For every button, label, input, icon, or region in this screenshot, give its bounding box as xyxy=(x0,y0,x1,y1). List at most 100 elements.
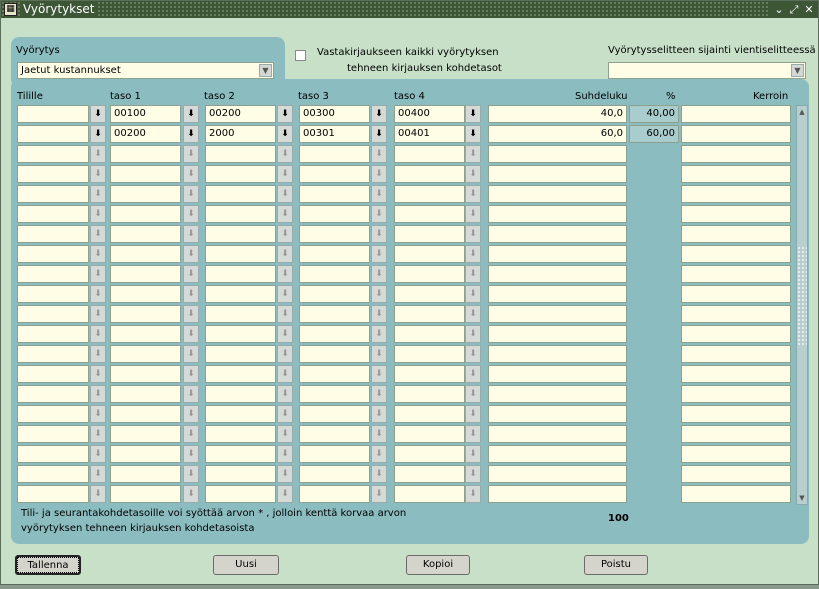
level1-cell[interactable] xyxy=(110,265,181,283)
ratio-cell[interactable] xyxy=(488,385,627,403)
level4-cell[interactable] xyxy=(394,325,465,343)
list-of-values-icon[interactable]: ⬇ xyxy=(90,425,106,443)
list-of-values-icon[interactable]: ⬇ xyxy=(371,485,387,503)
level1-cell[interactable] xyxy=(110,345,181,363)
list-of-values-icon[interactable]: ⬇ xyxy=(371,285,387,303)
factor-cell[interactable] xyxy=(681,185,791,203)
list-of-values-icon[interactable]: ⬇ xyxy=(277,125,293,143)
level3-cell[interactable] xyxy=(299,305,370,323)
list-of-values-icon[interactable]: ⬇ xyxy=(371,165,387,183)
ratio-cell[interactable] xyxy=(488,205,627,223)
level1-cell[interactable] xyxy=(110,205,181,223)
list-of-values-icon[interactable]: ⬇ xyxy=(90,145,106,163)
list-of-values-icon[interactable]: ⬇ xyxy=(465,265,481,283)
level4-cell[interactable] xyxy=(394,245,465,263)
ratio-cell[interactable] xyxy=(488,425,627,443)
factor-cell[interactable] xyxy=(681,425,791,443)
list-of-values-icon[interactable]: ⬇ xyxy=(371,405,387,423)
list-of-values-icon[interactable]: ⬇ xyxy=(90,265,106,283)
list-of-values-icon[interactable]: ⬇ xyxy=(465,205,481,223)
chevron-down-icon[interactable]: ▼ xyxy=(259,64,272,77)
factor-cell[interactable] xyxy=(681,125,791,143)
level1-cell[interactable]: 00100 xyxy=(110,105,181,123)
ratio-cell[interactable] xyxy=(488,485,627,503)
list-of-values-icon[interactable]: ⬇ xyxy=(277,345,293,363)
level3-cell[interactable] xyxy=(299,225,370,243)
level4-cell[interactable] xyxy=(394,465,465,483)
grid-scrollbar[interactable]: ▲ ▼ xyxy=(796,105,808,505)
account-cell[interactable] xyxy=(17,145,89,163)
list-of-values-icon[interactable]: ⬇ xyxy=(277,265,293,283)
level2-cell[interactable] xyxy=(205,365,276,383)
level3-cell[interactable] xyxy=(299,325,370,343)
level3-cell[interactable] xyxy=(299,445,370,463)
list-of-values-icon[interactable]: ⬇ xyxy=(371,105,387,123)
copy-button[interactable]: Kopioi xyxy=(406,555,470,575)
factor-cell[interactable] xyxy=(681,165,791,183)
level2-cell[interactable]: 00200 xyxy=(205,105,276,123)
ratio-cell[interactable] xyxy=(488,265,627,283)
level3-cell[interactable] xyxy=(299,365,370,383)
list-of-values-icon[interactable]: ⬇ xyxy=(465,445,481,463)
account-cell[interactable] xyxy=(17,365,89,383)
list-of-values-icon[interactable]: ⬇ xyxy=(465,405,481,423)
factor-cell[interactable] xyxy=(681,145,791,163)
exit-button[interactable]: Poistu xyxy=(584,555,648,575)
list-of-values-icon[interactable]: ⬇ xyxy=(183,405,199,423)
list-of-values-icon[interactable]: ⬇ xyxy=(465,385,481,403)
list-of-values-icon[interactable]: ⬇ xyxy=(277,285,293,303)
list-of-values-icon[interactable]: ⬇ xyxy=(371,445,387,463)
level4-cell[interactable] xyxy=(394,145,465,163)
list-of-values-icon[interactable]: ⬇ xyxy=(371,385,387,403)
list-of-values-icon[interactable]: ⬇ xyxy=(90,405,106,423)
level2-cell[interactable] xyxy=(205,445,276,463)
ratio-cell[interactable] xyxy=(488,305,627,323)
list-of-values-icon[interactable]: ⬇ xyxy=(183,145,199,163)
level1-cell[interactable] xyxy=(110,445,181,463)
counter-entry-checkbox[interactable] xyxy=(295,50,306,61)
list-of-values-icon[interactable]: ⬇ xyxy=(465,125,481,143)
level3-cell[interactable] xyxy=(299,205,370,223)
account-cell[interactable] xyxy=(17,345,89,363)
ratio-cell[interactable] xyxy=(488,185,627,203)
chevron-down-icon[interactable]: ▼ xyxy=(791,64,804,77)
list-of-values-icon[interactable]: ⬇ xyxy=(277,145,293,163)
list-of-values-icon[interactable]: ⬇ xyxy=(90,185,106,203)
list-of-values-icon[interactable]: ⬇ xyxy=(465,365,481,383)
level1-cell[interactable] xyxy=(110,305,181,323)
list-of-values-icon[interactable]: ⬇ xyxy=(465,185,481,203)
level1-cell[interactable] xyxy=(110,405,181,423)
factor-cell[interactable] xyxy=(681,445,791,463)
list-of-values-icon[interactable]: ⬇ xyxy=(465,145,481,163)
factor-cell[interactable] xyxy=(681,225,791,243)
level1-cell[interactable] xyxy=(110,325,181,343)
list-of-values-icon[interactable]: ⬇ xyxy=(465,345,481,363)
level1-cell[interactable] xyxy=(110,425,181,443)
level2-cell[interactable] xyxy=(205,165,276,183)
list-of-values-icon[interactable]: ⬇ xyxy=(90,165,106,183)
level1-cell[interactable] xyxy=(110,145,181,163)
level1-cell[interactable] xyxy=(110,385,181,403)
level3-cell[interactable] xyxy=(299,485,370,503)
list-of-values-icon[interactable]: ⬇ xyxy=(183,385,199,403)
list-of-values-icon[interactable]: ⬇ xyxy=(371,225,387,243)
account-cell[interactable] xyxy=(17,445,89,463)
list-of-values-icon[interactable]: ⬇ xyxy=(90,305,106,323)
level1-cell[interactable] xyxy=(110,485,181,503)
level3-cell[interactable] xyxy=(299,165,370,183)
list-of-values-icon[interactable]: ⬇ xyxy=(465,325,481,343)
level4-cell[interactable] xyxy=(394,205,465,223)
ratio-cell[interactable] xyxy=(488,145,627,163)
list-of-values-icon[interactable]: ⬇ xyxy=(371,305,387,323)
list-of-values-icon[interactable]: ⬇ xyxy=(183,325,199,343)
level2-cell[interactable] xyxy=(205,385,276,403)
list-of-values-icon[interactable]: ⬇ xyxy=(277,405,293,423)
list-of-values-icon[interactable]: ⬇ xyxy=(465,425,481,443)
factor-cell[interactable] xyxy=(681,265,791,283)
level3-cell[interactable] xyxy=(299,345,370,363)
account-cell[interactable] xyxy=(17,285,89,303)
list-of-values-icon[interactable]: ⬇ xyxy=(183,185,199,203)
level2-cell[interactable] xyxy=(205,285,276,303)
list-of-values-icon[interactable]: ⬇ xyxy=(277,165,293,183)
list-of-values-icon[interactable]: ⬇ xyxy=(371,205,387,223)
